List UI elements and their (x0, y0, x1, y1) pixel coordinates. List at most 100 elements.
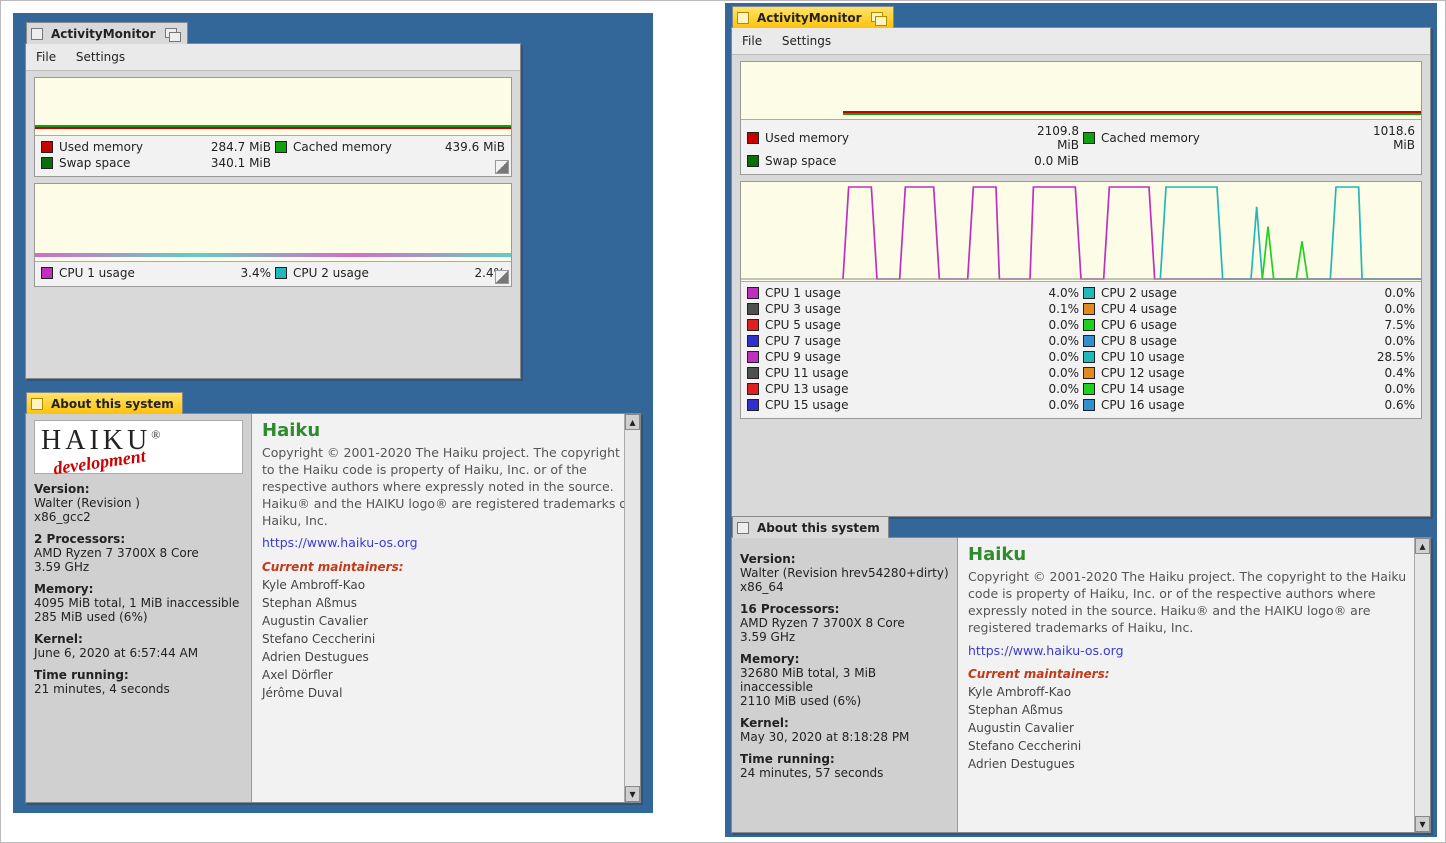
activity-monitor-window: ActivityMonitor File Settings Used memor… (731, 27, 1431, 517)
version-line: Walter (Revision ) (34, 496, 243, 510)
website-link[interactable]: https://www.haiku-os.org (968, 643, 1124, 658)
memory-legend: Used memory 284.7 MiB Cached memory 439.… (35, 136, 511, 176)
kernel-heading: Kernel: (34, 632, 243, 646)
maintainer: Adrien Destugues (968, 755, 1422, 773)
cpu-label: CPU 12 usage (1101, 366, 1355, 380)
cpu-label: CPU 2 usage (1101, 286, 1355, 300)
swatch-cached (1083, 132, 1095, 144)
processors-line: AMD Ryzen 7 3700X 8 Core (34, 546, 243, 560)
label-cached: Cached memory (1101, 131, 1349, 145)
memory-used: 2110 MiB used (6%) (740, 694, 949, 708)
swatch (275, 267, 287, 279)
close-icon[interactable] (737, 12, 749, 24)
cpu-value: 0.6% (1359, 398, 1415, 412)
cpu-value: 0.1% (1023, 302, 1079, 316)
scroll-down-icon[interactable]: ▾ (625, 786, 640, 802)
menu-settings[interactable]: Settings (776, 32, 841, 50)
maintainer: Jérôme Duval (262, 684, 632, 702)
os-name: Haiku (968, 544, 1422, 565)
scrollbar[interactable]: ▴ ▾ (624, 414, 640, 802)
zoom-icon[interactable] (871, 12, 885, 24)
value-swap: 340.1 MiB (209, 156, 271, 170)
version-heading: Version: (34, 482, 243, 496)
maintainers-heading: Current maintainers: (262, 560, 632, 574)
menu-file[interactable]: File (30, 48, 66, 66)
cpu-label: CPU 14 usage (1101, 382, 1355, 396)
cpu-legend: CPU 1 usage4.0%CPU 2 usage0.0%CPU 3 usag… (741, 282, 1421, 418)
scroll-up-icon[interactable]: ▴ (625, 414, 640, 430)
swatch (747, 383, 759, 395)
version-arch: x86_64 (740, 580, 949, 594)
titlebar[interactable]: About this system (732, 516, 889, 538)
kernel-date: June 6, 2020 at 6:57:44 AM (34, 646, 243, 660)
about-window: About this system Version: Walter (Revis… (731, 537, 1431, 833)
value-used: 2109.8 MiB (1017, 124, 1079, 152)
close-icon[interactable] (31, 398, 43, 410)
cpu-label: CPU 1 usage (59, 266, 205, 280)
memory-graph-block: Used memory 284.7 MiB Cached memory 439.… (34, 77, 512, 177)
value-cached: 439.6 MiB (443, 140, 505, 154)
value-used: 284.7 MiB (209, 140, 271, 154)
processors-heading: 2 Processors: (34, 532, 243, 546)
cpu-label: CPU 13 usage (765, 382, 1019, 396)
zoom-icon[interactable] (165, 28, 179, 40)
menu-settings[interactable]: Settings (70, 48, 135, 66)
cpu-value: 0.0% (1023, 366, 1079, 380)
label-swap: Swap space (765, 154, 1013, 168)
swatch-swap (41, 157, 53, 169)
maintainers-heading: Current maintainers: (968, 667, 1422, 681)
cpu-value: 4.0% (1023, 286, 1079, 300)
value-swap: 0.0 MiB (1017, 154, 1079, 168)
close-icon[interactable] (31, 28, 43, 40)
maintainer: Kyle Ambroff-Kao (262, 576, 632, 594)
resize-handle-icon[interactable] (495, 160, 509, 174)
cpu-label: CPU 8 usage (1101, 334, 1355, 348)
maintainer: Adrien Destugues (262, 648, 632, 666)
maintainer: Augustin Cavalier (968, 719, 1422, 737)
cpu-value: 7.5% (1359, 318, 1415, 332)
website-link[interactable]: https://www.haiku-os.org (262, 535, 418, 550)
memory-heading: Memory: (34, 582, 243, 596)
titlebar[interactable]: ActivityMonitor (26, 22, 188, 44)
cpu-value: 0.0% (1023, 382, 1079, 396)
swatch (747, 335, 759, 347)
menu-file[interactable]: File (736, 32, 772, 50)
swatch (1083, 335, 1095, 347)
haiku-logo: HAIKU® development (34, 420, 243, 474)
right-desktop: ActivityMonitor File Settings Used memor… (725, 3, 1437, 837)
cpu-label: CPU 2 usage (293, 266, 439, 280)
swatch (747, 319, 759, 331)
scroll-up-icon[interactable]: ▴ (1415, 538, 1430, 554)
swatch (747, 287, 759, 299)
about-sidebar: Version: Walter (Revision hrev54280+dirt… (732, 538, 958, 832)
cpu-value: 0.0% (1359, 382, 1415, 396)
resize-handle-icon[interactable] (495, 270, 509, 284)
cpu-graph (35, 184, 511, 262)
close-icon[interactable] (737, 522, 749, 534)
swatch-used (747, 132, 759, 144)
scroll-down-icon[interactable]: ▾ (1415, 816, 1430, 832)
chart-line-cpu (35, 253, 511, 257)
swatch (1083, 319, 1095, 331)
memory-used: 285 MiB used (6%) (34, 610, 243, 624)
label-used: Used memory (59, 140, 205, 154)
window-title: About this system (757, 521, 880, 535)
kernel-date: May 30, 2020 at 8:18:28 PM (740, 730, 949, 744)
scrollbar[interactable]: ▴ ▾ (1414, 538, 1430, 832)
cpu-value: 3.4% (209, 266, 271, 280)
value-cached: 1018.6 MiB (1353, 124, 1415, 152)
left-desktop: ActivityMonitor File Settings Used memor… (13, 13, 653, 813)
version-heading: Version: (740, 552, 949, 566)
uptime-heading: Time running: (740, 752, 949, 766)
processors-line: AMD Ryzen 7 3700X 8 Core (740, 616, 949, 630)
memory-total: 4095 MiB total, 1 MiB inaccessible (34, 596, 243, 610)
window-title: ActivityMonitor (51, 27, 155, 41)
processors-freq: 3.59 GHz (34, 560, 243, 574)
titlebar[interactable]: About this system (26, 392, 183, 414)
about-window: About this system HAIKU® development Ver… (25, 413, 641, 803)
swatch (1083, 399, 1095, 411)
swatch (1083, 367, 1095, 379)
titlebar[interactable]: ActivityMonitor (732, 6, 894, 28)
kernel-heading: Kernel: (740, 716, 949, 730)
version-line: Walter (Revision hrev54280+dirty) (740, 566, 949, 580)
